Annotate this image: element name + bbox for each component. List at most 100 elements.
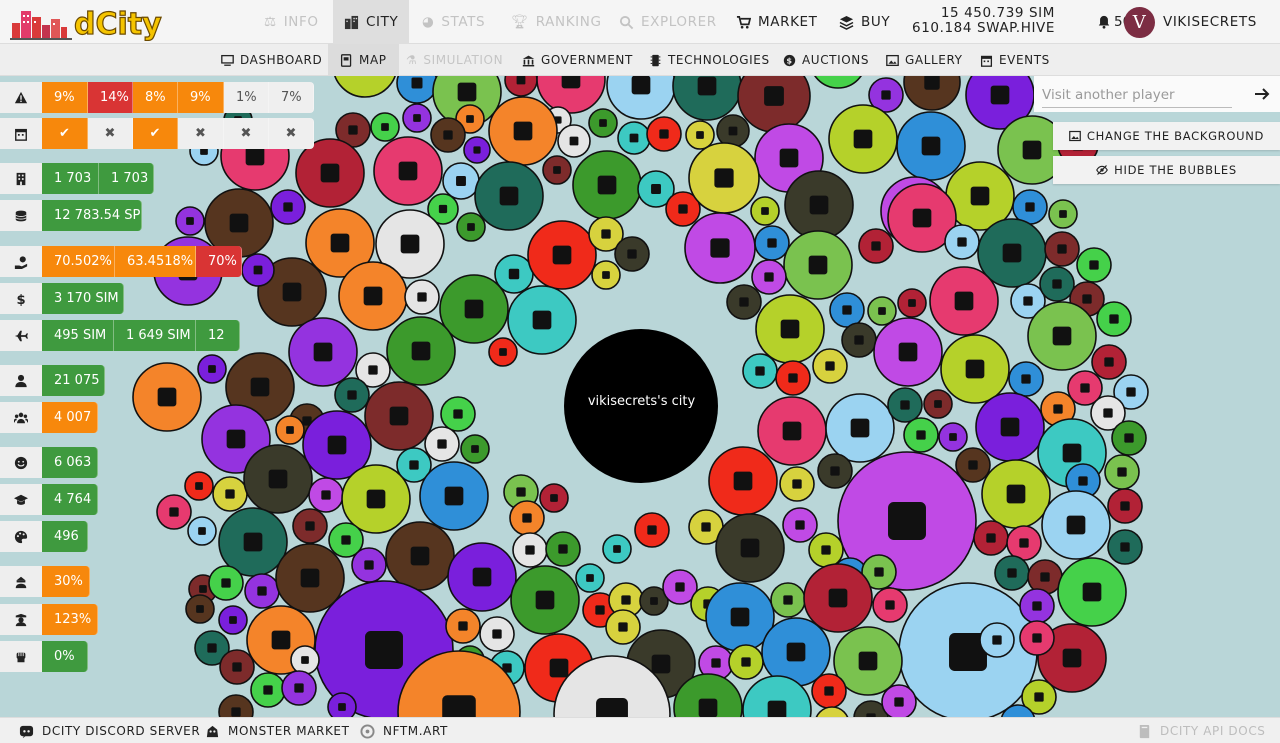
building-glyph-icon	[516, 75, 526, 85]
stat-value: ✖	[88, 118, 133, 149]
dcity-logo[interactable]: dCity	[10, 3, 165, 41]
discord-icon	[19, 725, 34, 738]
footer-bar: DCITY DISCORD SERVER MONSTER MARKET NFTM…	[0, 717, 1280, 743]
nav-info[interactable]: ⚖ INFO	[264, 0, 319, 44]
tab-dashboard[interactable]: DASHBOARD	[221, 44, 322, 76]
arrow-right-icon[interactable]	[1252, 84, 1272, 104]
building-glyph-icon	[169, 507, 179, 517]
building-glyph-icon	[783, 595, 793, 605]
building-glyph-icon	[444, 486, 464, 506]
tab-technologies[interactable]: TECHNOLOGIES	[649, 44, 770, 76]
stat-row: 496	[0, 521, 88, 552]
building-glyph-icon	[595, 605, 605, 615]
building-glyph-icon	[553, 166, 561, 174]
building-glyph-icon	[320, 163, 340, 183]
building-glyph-icon	[196, 605, 204, 613]
nav-buy[interactable]: BUY	[839, 0, 890, 44]
building-glyph-icon	[597, 175, 617, 195]
building-glyph-icon	[458, 621, 468, 631]
nav-stats[interactable]: ◕ STATS	[422, 0, 485, 44]
building-glyph-icon	[327, 435, 347, 455]
building-glyph-icon	[381, 123, 389, 131]
building-glyph-icon	[330, 233, 350, 253]
building-glyph-icon	[569, 136, 579, 146]
hide-bubbles-button[interactable]: HIDE THE BUBBLES	[1053, 156, 1280, 184]
building-glyph-icon	[410, 546, 430, 566]
building-glyph-icon	[286, 426, 294, 434]
building-glyph-icon	[733, 471, 753, 491]
warning-icon	[14, 91, 28, 103]
map-icon	[340, 53, 352, 67]
building-glyph-icon	[842, 305, 852, 315]
simulation-icon: ⚗	[406, 53, 418, 67]
stat-value: 3 170 SIM	[42, 283, 124, 314]
tab-government[interactable]: GOVERNMENT	[522, 44, 633, 76]
thief-icon	[15, 576, 27, 588]
building-glyph-icon	[513, 121, 533, 141]
smile-icon	[14, 456, 28, 469]
stat-value: 70%	[196, 246, 242, 277]
stat-row: 12 783.54 SP	[0, 200, 142, 231]
stat-value: 1 703	[42, 163, 99, 194]
building-glyph-icon	[313, 342, 333, 362]
building-glyph-icon	[472, 567, 492, 587]
building-glyph-icon	[294, 683, 304, 693]
visit-player-input[interactable]	[1042, 82, 1232, 108]
monster-market-link[interactable]: MONSTER MARKET	[205, 718, 350, 743]
stat-value: 8%	[133, 82, 178, 113]
building-glyph-icon	[767, 238, 777, 248]
change-background-button[interactable]: CHANGE THE BACKGROUND	[1053, 122, 1280, 150]
building-glyph-icon	[1059, 210, 1067, 218]
tab-events[interactable]: EVENTS	[980, 44, 1050, 76]
building-glyph-icon	[1078, 476, 1088, 486]
building-glyph-icon	[970, 186, 990, 206]
building-glyph-icon	[696, 131, 704, 139]
stat-value: 14%	[88, 82, 133, 113]
building-glyph-icon	[232, 662, 242, 672]
building-glyph-icon	[550, 494, 558, 502]
building-glyph-icon	[1082, 294, 1092, 304]
discord-link[interactable]: DCITY DISCORD SERVER	[19, 718, 200, 743]
building-glyph-icon	[283, 202, 293, 212]
building-glyph-icon	[198, 527, 206, 535]
building-glyph-icon	[365, 631, 403, 669]
building-glyph-icon	[601, 229, 611, 239]
building-glyph-icon	[492, 629, 502, 639]
building-glyph-icon	[728, 126, 738, 136]
building-glyph-icon	[1034, 692, 1044, 702]
building-glyph-icon	[1053, 404, 1063, 414]
building-glyph-icon	[1025, 202, 1035, 212]
tab-simulation[interactable]: ⚗ SIMULATION	[406, 44, 503, 76]
nav-market[interactable]: MARKET	[736, 0, 818, 44]
building-glyph-icon	[473, 146, 481, 154]
building-glyph-icon	[438, 204, 448, 214]
wallet-balance[interactable]: 15 450.739 SIM 610.184 SWAP.HIVE	[895, 6, 1055, 36]
svg-text:$: $	[786, 55, 792, 65]
nav-ranking[interactable]: 🏆︎ RANKING	[511, 0, 602, 44]
building-glyph-icon	[650, 597, 658, 605]
search-icon	[619, 15, 634, 29]
building-glyph-icon	[1124, 433, 1134, 443]
tab-gallery[interactable]: GALLERY	[886, 44, 963, 76]
bell-icon	[1098, 15, 1110, 29]
building-glyph-icon	[739, 297, 749, 307]
building-glyph-icon	[1000, 417, 1020, 437]
building-glyph-icon	[916, 430, 926, 440]
api-docs-link[interactable]: DCITY API DOCS	[1137, 718, 1266, 743]
building-glyph-icon	[921, 136, 941, 156]
building-glyph-icon	[552, 245, 572, 265]
city-icon	[344, 15, 359, 29]
nftm-link[interactable]: NFTM.ART	[360, 718, 448, 743]
tab-auctions[interactable]: $ AUCTIONS	[783, 44, 869, 76]
building-glyph-icon	[888, 502, 926, 540]
stat-row: 4 007	[0, 402, 98, 433]
stat-value: ✔	[133, 118, 178, 149]
user-menu[interactable]: V VIKISECRETS	[1124, 0, 1257, 44]
eye-slash-icon	[1096, 165, 1109, 175]
stat-value: 30%	[42, 566, 90, 597]
tab-map[interactable]: MAP	[328, 44, 399, 76]
nav-explorer[interactable]: EXPLORER	[619, 0, 717, 44]
layers-icon	[839, 15, 854, 30]
building-glyph-icon	[282, 282, 302, 302]
nav-city[interactable]: CITY	[333, 0, 410, 44]
